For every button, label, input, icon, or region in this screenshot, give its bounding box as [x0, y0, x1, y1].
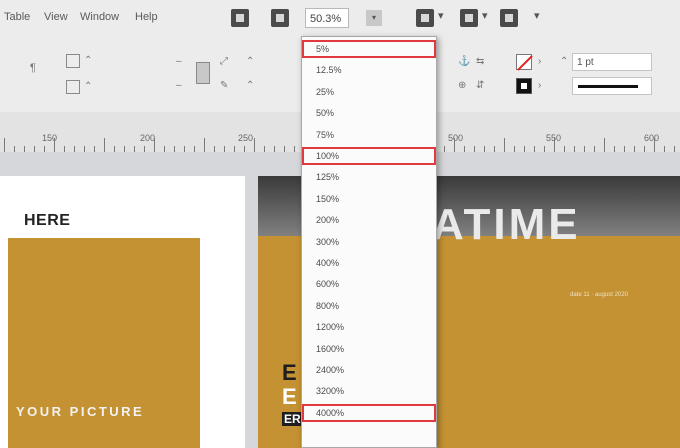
ruler-tick: [254, 138, 255, 152]
target-icon[interactable]: ⊕: [458, 80, 466, 91]
screen-mode-dropdown[interactable]: ▾: [482, 9, 488, 22]
menu-window[interactable]: Window: [80, 11, 119, 23]
zoom-option[interactable]: 4000%: [302, 403, 436, 422]
bridge-icon[interactable]: [231, 9, 249, 27]
zoom-level-field[interactable]: 50.3%: [305, 8, 349, 28]
rotate-icon[interactable]: ⤢: [220, 56, 228, 67]
zoom-option-label: 400%: [316, 258, 340, 268]
zoom-option-label: 5%: [316, 44, 330, 54]
zoom-dropdown-button[interactable]: ▾: [366, 10, 382, 26]
view-options-icon[interactable]: [416, 9, 434, 27]
menu-help[interactable]: Help: [135, 11, 158, 23]
zoom-option[interactable]: 2400%: [302, 361, 436, 379]
rotate-stepper[interactable]: ⌃: [246, 56, 254, 67]
zoom-option-label: 25%: [316, 86, 335, 97]
ruler-label: 600: [644, 133, 660, 143]
stroke-weight-field[interactable]: 1 pt: [572, 53, 652, 71]
row-height-dropdown[interactable]: ‒: [176, 56, 182, 67]
zoom-option[interactable]: 800%: [302, 297, 436, 315]
fill-swatch-dropdown[interactable]: ›: [538, 80, 541, 91]
zoom-option[interactable]: 125%: [302, 168, 436, 186]
ruler-label: 200: [140, 133, 156, 143]
menu-view[interactable]: View: [44, 11, 68, 23]
flip-horizontal-icon[interactable]: ⇆: [476, 56, 484, 67]
zoom-option-label: 150%: [316, 193, 340, 204]
flip-vertical-icon[interactable]: ⇵: [476, 80, 484, 91]
edge-text-1: E: [282, 360, 297, 385]
zoom-option[interactable]: 5%: [302, 40, 436, 58]
zoom-option[interactable]: 50%: [302, 104, 436, 122]
reference-point-icon[interactable]: ¶: [30, 62, 36, 74]
ruler-tick: [504, 138, 505, 152]
shear-icon[interactable]: ✎: [220, 80, 228, 91]
zoom-option[interactable]: 300%: [302, 233, 436, 251]
zoom-option-label: 300%: [316, 236, 340, 247]
zoom-option[interactable]: 100%: [302, 147, 436, 165]
fill-swatch[interactable]: [516, 78, 532, 94]
edge-text-2: E: [282, 384, 297, 409]
ruler-label: 500: [448, 133, 464, 143]
stroke-none-swatch[interactable]: [516, 54, 533, 71]
zoom-option[interactable]: 25%: [302, 83, 436, 101]
zoom-option-label: 1200%: [316, 322, 345, 333]
ruler-tick: [204, 138, 205, 152]
menu-bar: Table View Window Help 50.3% ▾ ▾ ▾ ▾: [0, 0, 680, 41]
zoom-option-label: 1600%: [316, 343, 345, 354]
zoom-option-label: 125%: [316, 172, 340, 183]
zoom-option[interactable]: 400%: [302, 254, 436, 272]
zoom-option-label: 12.5%: [316, 65, 342, 76]
columns-icon: [66, 80, 80, 94]
align-icon[interactable]: [196, 62, 210, 84]
zoom-option[interactable]: 3200%: [302, 382, 436, 400]
view-options-dropdown[interactable]: ▾: [438, 9, 444, 22]
column-width-dropdown[interactable]: ‒: [176, 80, 182, 91]
ruler-tick: [454, 138, 455, 152]
ruler-tick: [104, 138, 105, 152]
zoom-option-label: 2400%: [316, 365, 345, 375]
picture-placeholder-label[interactable]: YOUR PICTURE: [16, 404, 144, 419]
stroke-type-field[interactable]: [572, 77, 652, 95]
zoom-option[interactable]: 600%: [302, 275, 436, 293]
headline-text[interactable]: HERE: [24, 212, 70, 230]
zoom-option-label: 50%: [316, 108, 335, 119]
stroke-weight-stepper[interactable]: ⌃: [560, 56, 568, 67]
zoom-option-label: 800%: [316, 300, 340, 311]
shear-stepper[interactable]: ⌃: [246, 80, 254, 91]
zoom-option-label: 100%: [316, 151, 340, 161]
columns-stepper[interactable]: ⌃: [84, 81, 92, 92]
zoom-option[interactable]: 1200%: [302, 318, 436, 336]
date-label[interactable]: date 11 · august 2020: [570, 292, 628, 298]
arrange-documents-icon[interactable]: [500, 9, 518, 27]
zoom-option-label: 600%: [316, 279, 340, 290]
zoom-option-label: 75%: [316, 129, 335, 140]
stock-icon[interactable]: [271, 9, 289, 27]
ruler-tick: [4, 138, 5, 152]
screen-mode-icon[interactable]: [460, 9, 478, 27]
rows-stepper[interactable]: ⌃: [84, 55, 92, 66]
arrange-documents-dropdown[interactable]: ▾: [534, 9, 540, 22]
zoom-option[interactable]: 1600%: [302, 340, 436, 358]
stroke-swatch-dropdown[interactable]: ›: [538, 56, 541, 67]
anchor-icon[interactable]: ⚓: [458, 56, 470, 67]
zoom-option[interactable]: 200%: [302, 211, 436, 229]
magazine-title[interactable]: ATIME: [432, 200, 581, 250]
menu-table[interactable]: Table: [4, 11, 30, 23]
zoom-option[interactable]: 150%: [302, 190, 436, 208]
ruler-tick: [154, 138, 155, 152]
zoom-option-label: 200%: [316, 215, 340, 226]
zoom-option[interactable]: 75%: [302, 126, 436, 144]
edge-text-3: ER: [282, 412, 303, 426]
ruler-label: 250: [238, 133, 254, 143]
rows-icon: [66, 54, 80, 68]
zoom-option[interactable]: 12.5%: [302, 61, 436, 79]
zoom-level-menu: 5% 12.5% 25% 50% 75% 100% 125% 150% 200% 300% 400%…: [301, 36, 437, 448]
ruler-tick: [554, 138, 555, 152]
ruler-tick: [604, 138, 605, 152]
zoom-option-label: 3200%: [316, 386, 345, 397]
ruler-tick: [654, 138, 655, 152]
zoom-option-label: 4000%: [316, 407, 345, 418]
ruler-tick: [54, 138, 55, 152]
